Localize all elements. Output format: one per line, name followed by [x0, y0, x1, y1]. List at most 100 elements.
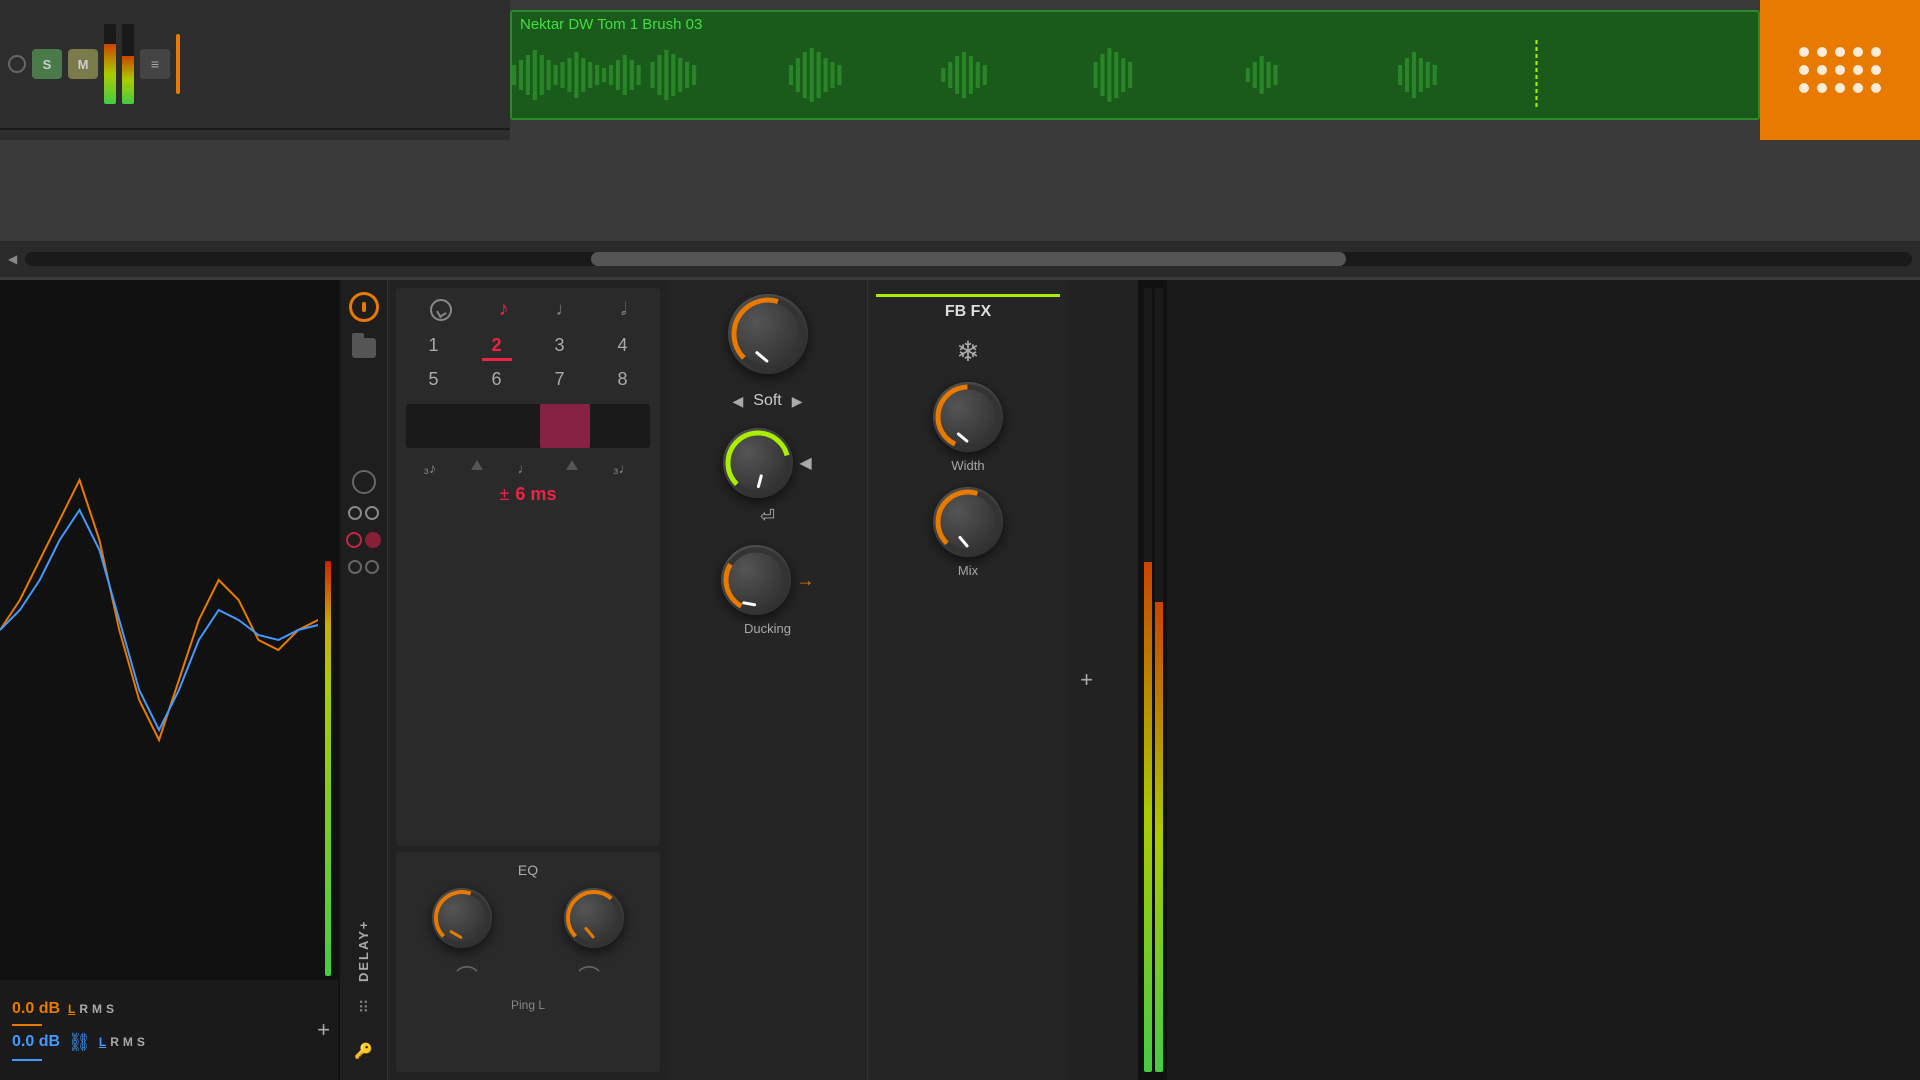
ping-label: Ping L	[406, 998, 650, 1012]
note-icons-row: ♪ ♩ 𝅗𝅥	[406, 298, 650, 321]
triplet-right-icon: ₃♩	[613, 460, 633, 476]
note-icon-active[interactable]: ♪	[499, 298, 509, 321]
ms-display-row: ± 6 ms	[406, 484, 650, 505]
timing-display: ♪ ♩ 𝅗𝅥 1 2 3 4 5	[396, 288, 660, 846]
right-level-meters	[1140, 280, 1167, 1080]
num-2[interactable]: 2	[491, 335, 501, 356]
delay-main-area: ♪ ♩ 𝅗𝅥 1 2 3 4 5	[388, 280, 1138, 1080]
plugin-launcher-button[interactable]	[1760, 0, 1920, 140]
ch-m-1[interactable]: M	[92, 1002, 102, 1016]
soft-panel: ◀ Soft ▶ ◀	[668, 280, 868, 1080]
eq-knob-1-container	[432, 888, 492, 948]
soft-nav-row: ◀ Soft ▶	[732, 392, 802, 410]
number-grid: 1 2 3 4 5 6 7 8	[406, 335, 650, 390]
soft-label: Soft	[753, 392, 781, 410]
num-4[interactable]: 4	[595, 335, 650, 361]
ms-prefix: ±	[500, 484, 510, 505]
add-plugin-button[interactable]: +	[317, 1017, 330, 1043]
eq-curve-row: ⌒ ⌒	[406, 960, 650, 992]
waveform	[512, 40, 1758, 110]
ducking-arrow-icon: →	[797, 570, 815, 591]
eq-section: EQ	[396, 852, 660, 1072]
plugin-name-label: DELAY+	[356, 686, 371, 982]
scrollbar-thumb[interactable]	[591, 252, 1346, 266]
clock-icon[interactable]	[430, 299, 452, 321]
ch-r-1[interactable]: R	[79, 1002, 88, 1016]
ch-l-orange[interactable]: L	[68, 1002, 75, 1016]
folder-button[interactable]	[352, 338, 376, 358]
num-6[interactable]: 6	[469, 369, 524, 390]
right-meter-2	[1155, 288, 1163, 1072]
ducking-knob[interactable]	[721, 545, 791, 615]
position-thumb	[540, 404, 590, 448]
eq-knob-2-container	[564, 888, 624, 948]
ducking-row: →	[721, 545, 815, 615]
ch-s-2[interactable]: S	[137, 1035, 145, 1049]
daw-area: S M ≡ S M	[0, 0, 1920, 280]
solo-button-1[interactable]: S	[32, 49, 62, 79]
mix-knob[interactable]	[933, 487, 1003, 557]
num-8[interactable]: 8	[595, 369, 650, 390]
infinity-icon	[348, 506, 379, 520]
arrow-up-1	[471, 460, 483, 470]
width-knob[interactable]	[933, 382, 1003, 452]
add-fx-button[interactable]: +	[1080, 667, 1093, 693]
return-icon: ⏎	[760, 506, 775, 527]
scrollbar-track[interactable]	[25, 252, 1912, 266]
key-icon[interactable]: 🔑	[354, 1042, 373, 1060]
right-meter-1	[1144, 288, 1152, 1072]
power-icon	[362, 302, 366, 312]
scroll-left-arrow[interactable]: ◀	[8, 252, 17, 266]
dots-grid-icon	[1799, 47, 1881, 93]
large-knob-container	[728, 294, 808, 374]
ch-r-2[interactable]: R	[110, 1035, 119, 1049]
track-meter-2	[122, 24, 134, 104]
note-icon-2[interactable]: ♩	[556, 299, 574, 320]
level-blue: 0.0 dB	[12, 1033, 60, 1051]
eq-knob-2[interactable]	[564, 888, 624, 948]
plugin-area: 0.0 dB L R M S 0.0 dB ⛓ L R M	[0, 280, 1920, 1080]
delay-plugin: DELAY+ ⠿ 🔑 ♪	[340, 280, 1140, 1080]
note-icon-3[interactable]: 𝅗𝅥	[621, 299, 627, 320]
green-knob-container: ◀ ⏎	[723, 428, 811, 527]
snowflake-icon[interactable]: ❄	[956, 335, 979, 368]
clip-name: Nektar DW Tom 1 Brush 03	[512, 12, 1758, 37]
grid-dots-icon[interactable]: ⠿	[358, 998, 370, 1018]
mute-button-1[interactable]: M	[68, 49, 98, 79]
large-knob[interactable]	[728, 294, 808, 374]
timing-section: ♪ ♩ 𝅗𝅥 1 2 3 4 5	[388, 280, 668, 1080]
num-7[interactable]: 7	[532, 369, 587, 390]
audio-clip-1[interactable]: Nektar DW Tom 1 Brush 03	[510, 10, 1760, 120]
track-icon-1: ≡	[140, 49, 170, 79]
ducking-label: Ducking	[744, 621, 791, 636]
eq-curve-2: ⌒	[578, 960, 600, 992]
ms-value: 6 ms	[515, 484, 556, 505]
eq-knob-1[interactable]	[432, 888, 492, 948]
fbfx-title: FB FX	[945, 303, 991, 320]
num-1[interactable]: 1	[406, 335, 461, 361]
circle-icon-1[interactable]	[352, 470, 376, 494]
ch-s-1[interactable]: S	[106, 1002, 114, 1016]
ch-m-2[interactable]: M	[123, 1035, 133, 1049]
small-circles	[348, 560, 379, 574]
link-icon[interactable]: ⛓	[68, 1032, 91, 1053]
track-record-btn[interactable]	[8, 55, 26, 73]
ch-l-blue[interactable]: L	[99, 1035, 106, 1049]
fbfx-header: FB FX	[876, 294, 1060, 321]
soft-prev-arrow[interactable]: ◀	[732, 393, 743, 410]
record-circles	[346, 532, 381, 548]
green-knob[interactable]	[723, 428, 793, 498]
num-3[interactable]: 3	[532, 335, 587, 361]
ducking-knob-container: → Ducking	[721, 545, 815, 636]
soft-next-arrow[interactable]: ▶	[792, 393, 803, 410]
green-knob-arrow[interactable]: ◀	[799, 453, 811, 473]
arrow-up-2	[566, 460, 578, 470]
scope-bottom-bar: 0.0 dB L R M S 0.0 dB ⛓ L R M	[0, 980, 338, 1080]
num-2-container: 2	[469, 335, 524, 361]
position-bar[interactable]	[406, 404, 650, 448]
power-button[interactable]	[349, 292, 379, 322]
track-orange-bar	[176, 34, 180, 94]
horizontal-scrollbar[interactable]: ◀	[0, 241, 1920, 277]
num-5[interactable]: 5	[406, 369, 461, 390]
level-orange: 0.0 dB	[12, 1000, 60, 1018]
